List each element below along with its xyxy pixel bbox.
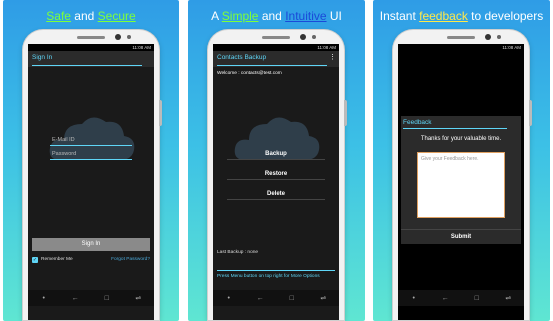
sensor xyxy=(497,35,501,39)
caption-word: Instant xyxy=(379,9,420,23)
nav-bar: • ← □ ⇌ xyxy=(398,290,524,306)
caption-word: UI xyxy=(326,9,342,23)
phone-frame: 11:08 AM Sign In E-Mail ID Password Sign… xyxy=(23,30,162,320)
speaker xyxy=(447,36,475,39)
caption-word: Safe xyxy=(46,9,71,23)
status-time: 11:08 AM xyxy=(132,45,151,50)
camera xyxy=(115,34,121,40)
welcome-text: Welcome : contacts@test.com xyxy=(217,71,282,76)
email-field[interactable]: E-Mail ID xyxy=(50,136,132,146)
panel-sign-in: Safe and Secure 11:08 AM Sign In E-Mail … xyxy=(3,0,179,321)
password-field[interactable]: Password xyxy=(50,150,132,160)
home-icon[interactable]: □ xyxy=(285,295,299,302)
phone-frame: 11:08 AM Contacts Backup ⋮ Welcome : con… xyxy=(208,30,347,320)
overflow-menu-icon[interactable]: ⋮ xyxy=(329,52,336,64)
caption: Instant feedback to developers xyxy=(373,9,550,23)
title-underline xyxy=(32,65,142,66)
screen: 11:08 AM Contacts Backup ⋮ Welcome : con… xyxy=(213,44,339,320)
recents-icon[interactable]: ⇌ xyxy=(316,294,330,302)
dialog-title: Feedback xyxy=(403,119,432,126)
forgot-password-link[interactable]: Forgot Password? xyxy=(111,257,150,262)
phone-frame: 11:08 AM Feedback Thanks for your valuab… xyxy=(393,30,532,320)
remember-checkbox[interactable]: ✓ xyxy=(32,257,38,263)
dialog-message: Thanks for your valuable time. xyxy=(420,136,502,142)
page-title: Sign In xyxy=(32,54,53,61)
speaker xyxy=(262,36,290,39)
caption: A Simple and Intuitive UI xyxy=(188,9,365,23)
backup-button[interactable]: Backup xyxy=(227,148,325,160)
home-icon[interactable]: □ xyxy=(100,295,114,302)
recents-icon[interactable]: ⇌ xyxy=(131,294,145,302)
submit-button[interactable]: Submit xyxy=(401,229,521,240)
caption-word: Simple xyxy=(221,9,259,23)
nav-dot-icon[interactable]: • xyxy=(407,295,421,302)
status-bar: 11:08 AM xyxy=(28,44,154,51)
app-bar: Sign In xyxy=(28,51,154,67)
camera xyxy=(485,34,491,40)
hint-divider xyxy=(217,270,335,271)
power-button xyxy=(344,100,347,126)
status-bar: 11:08 AM xyxy=(213,44,339,51)
restore-button[interactable]: Restore xyxy=(227,168,325,180)
caption-word: Intuitive xyxy=(285,9,327,23)
status-bar: 11:08 AM xyxy=(398,44,524,51)
power-button xyxy=(529,100,532,126)
title-underline xyxy=(217,65,327,66)
nav-dot-icon[interactable]: • xyxy=(37,295,51,302)
caption-word: feedback xyxy=(419,9,468,23)
caption: Safe and Secure xyxy=(3,9,179,23)
hint-text: Press Menu button on top right for More … xyxy=(217,274,320,279)
panel-feedback: Instant feedback to developers 11:08 AM … xyxy=(373,0,550,321)
caption-word: Secure xyxy=(97,9,136,23)
panel-contacts-backup: A Simple and Intuitive UI 11:08 AM Conta… xyxy=(188,0,365,321)
camera xyxy=(300,34,306,40)
power-button xyxy=(159,100,162,126)
title-underline xyxy=(403,128,507,129)
speaker xyxy=(77,36,105,39)
recents-icon[interactable]: ⇌ xyxy=(501,294,515,302)
caption-word: to developers xyxy=(467,9,544,23)
status-time: 11:08 AM xyxy=(502,45,521,50)
screen: 11:08 AM Sign In E-Mail ID Password Sign… xyxy=(28,44,154,320)
nav-dot-icon[interactable]: • xyxy=(222,295,236,302)
caption-word: A xyxy=(211,9,222,23)
nav-bar: • ← □ ⇌ xyxy=(28,290,154,306)
sign-in-button[interactable]: Sign In xyxy=(32,238,150,251)
home-icon[interactable]: □ xyxy=(470,295,484,302)
screen: 11:08 AM Feedback Thanks for your valuab… xyxy=(398,44,524,320)
page-title: Contacts Backup xyxy=(217,54,267,61)
back-icon[interactable]: ← xyxy=(68,295,82,302)
last-backup-text: Last Backup : none xyxy=(217,250,259,255)
app-bar: Contacts Backup ⋮ xyxy=(213,51,339,67)
back-icon[interactable]: ← xyxy=(438,295,452,302)
delete-button[interactable]: Delete xyxy=(227,188,325,200)
back-icon[interactable]: ← xyxy=(253,295,267,302)
sensor xyxy=(312,35,316,39)
remember-label: Remember Me xyxy=(41,257,73,262)
feedback-input[interactable]: Give your Feedback here. xyxy=(417,152,505,218)
sensor xyxy=(127,35,131,39)
nav-bar: • ← □ ⇌ xyxy=(213,290,339,306)
status-time: 11:08 AM xyxy=(317,45,336,50)
caption-word: and xyxy=(70,9,98,23)
feedback-dialog: Feedback Thanks for your valuable time. … xyxy=(401,116,521,244)
caption-word: and xyxy=(258,9,286,23)
